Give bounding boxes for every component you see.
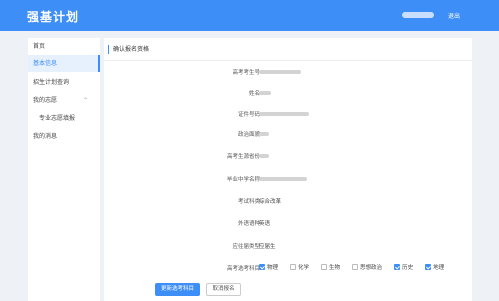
- field-exam-type: 考试科类 综合改革: [104, 197, 472, 207]
- redacted-value: [259, 70, 301, 74]
- field-value: 综合改革: [259, 199, 282, 205]
- field-political: 政治面貌: [104, 130, 472, 140]
- field-label: 证件号码: [237, 112, 260, 118]
- checkbox-label: 思想政治: [360, 265, 383, 271]
- sidebar-item-home[interactable]: 首页: [28, 38, 100, 55]
- brand-title: 强基计划: [27, 10, 80, 24]
- sidebar-item-my-wishes[interactable]: 我的志愿 ⌃: [28, 92, 100, 109]
- field-province: 高考生源省份: [104, 152, 472, 162]
- field-grad-type: 应往届类型 应届生: [104, 242, 472, 252]
- field-subjects: 高考选考科目 物理 化学 生物 思想政治 历史 地理: [104, 264, 472, 274]
- checkbox-label: 地理: [433, 265, 445, 271]
- sidebar-item-label: 我的志愿: [33, 97, 58, 104]
- field-label: 毕业中学名称: [226, 177, 260, 183]
- field-id-number: 证件号码: [104, 110, 472, 120]
- redacted-value: [259, 132, 269, 136]
- field-label: 外语语种: [237, 221, 260, 227]
- field-label: 考试科类: [237, 199, 260, 205]
- subject-checkbox-group: 物理 化学 生物 思想政治 历史 地理: [259, 263, 456, 271]
- sidebar-item-plan-query[interactable]: 招生计划查询: [28, 74, 100, 91]
- checkbox-biology[interactable]: 生物: [321, 263, 340, 271]
- main-panel: 确认报名资格 高考考生号 姓名 证件号码 政治面貌 高考生源省份 毕业中学名称 …: [104, 38, 472, 301]
- redacted-value: [259, 177, 307, 181]
- field-exam-id: 高考考生号: [104, 68, 472, 78]
- checkbox-geography[interactable]: 地理: [425, 263, 444, 271]
- cancel-registration-button[interactable]: 取消报名: [206, 283, 241, 296]
- field-label: 应往届类型: [232, 244, 260, 250]
- field-value: 英语: [259, 221, 271, 227]
- field-school: 毕业中学名称: [104, 175, 472, 185]
- sidebar: 首页 基本信息 招生计划查询 我的志愿 ⌃ 专业志愿填报 我的消息: [28, 38, 100, 301]
- checkbox-physics[interactable]: 物理: [259, 263, 278, 271]
- checkbox-politics[interactable]: 思想政治: [352, 263, 382, 271]
- divider: [104, 60, 472, 61]
- checkbox-box[interactable]: [321, 264, 328, 270]
- chevron-up-icon: ⌃: [82, 97, 88, 104]
- checkbox-label: 生物: [329, 265, 341, 271]
- sidebar-item-basic-info[interactable]: 基本信息: [28, 55, 100, 72]
- field-language: 外语语种 英语: [104, 219, 472, 229]
- checkbox-chemistry[interactable]: 化学: [290, 263, 309, 271]
- sidebar-item-major-fill[interactable]: 专业志愿填报: [28, 110, 100, 127]
- checkbox-label: 历史: [402, 265, 414, 271]
- page-title: 确认报名资格: [113, 46, 150, 53]
- checkbox-label: 化学: [298, 265, 310, 271]
- checkbox-history[interactable]: 历史: [394, 263, 413, 271]
- title-accent: [108, 45, 109, 54]
- checkbox-box[interactable]: [352, 264, 359, 270]
- sidebar-item-messages[interactable]: 我的消息: [28, 128, 100, 145]
- top-bar: 强基计划 退出: [0, 0, 499, 31]
- checkbox-label: 物理: [267, 265, 279, 271]
- field-label: 高考考生号: [232, 70, 260, 76]
- checkbox-box[interactable]: [259, 264, 265, 270]
- user-name-redacted: [402, 12, 434, 18]
- field-label: 高考生源省份: [226, 154, 260, 160]
- update-subjects-button[interactable]: 更新选考科目: [155, 283, 200, 296]
- field-label: 高考选考科目: [226, 266, 260, 272]
- redacted-value: [259, 91, 271, 95]
- redacted-value: [259, 112, 309, 116]
- field-value: 应届生: [259, 244, 276, 250]
- field-name: 姓名: [104, 89, 472, 99]
- logout-link[interactable]: 退出: [448, 11, 460, 20]
- checkbox-box[interactable]: [394, 264, 401, 270]
- redacted-value: [259, 154, 269, 158]
- checkbox-box[interactable]: [425, 264, 432, 270]
- checkbox-box[interactable]: [290, 264, 297, 270]
- field-label: 政治面貌: [237, 132, 260, 138]
